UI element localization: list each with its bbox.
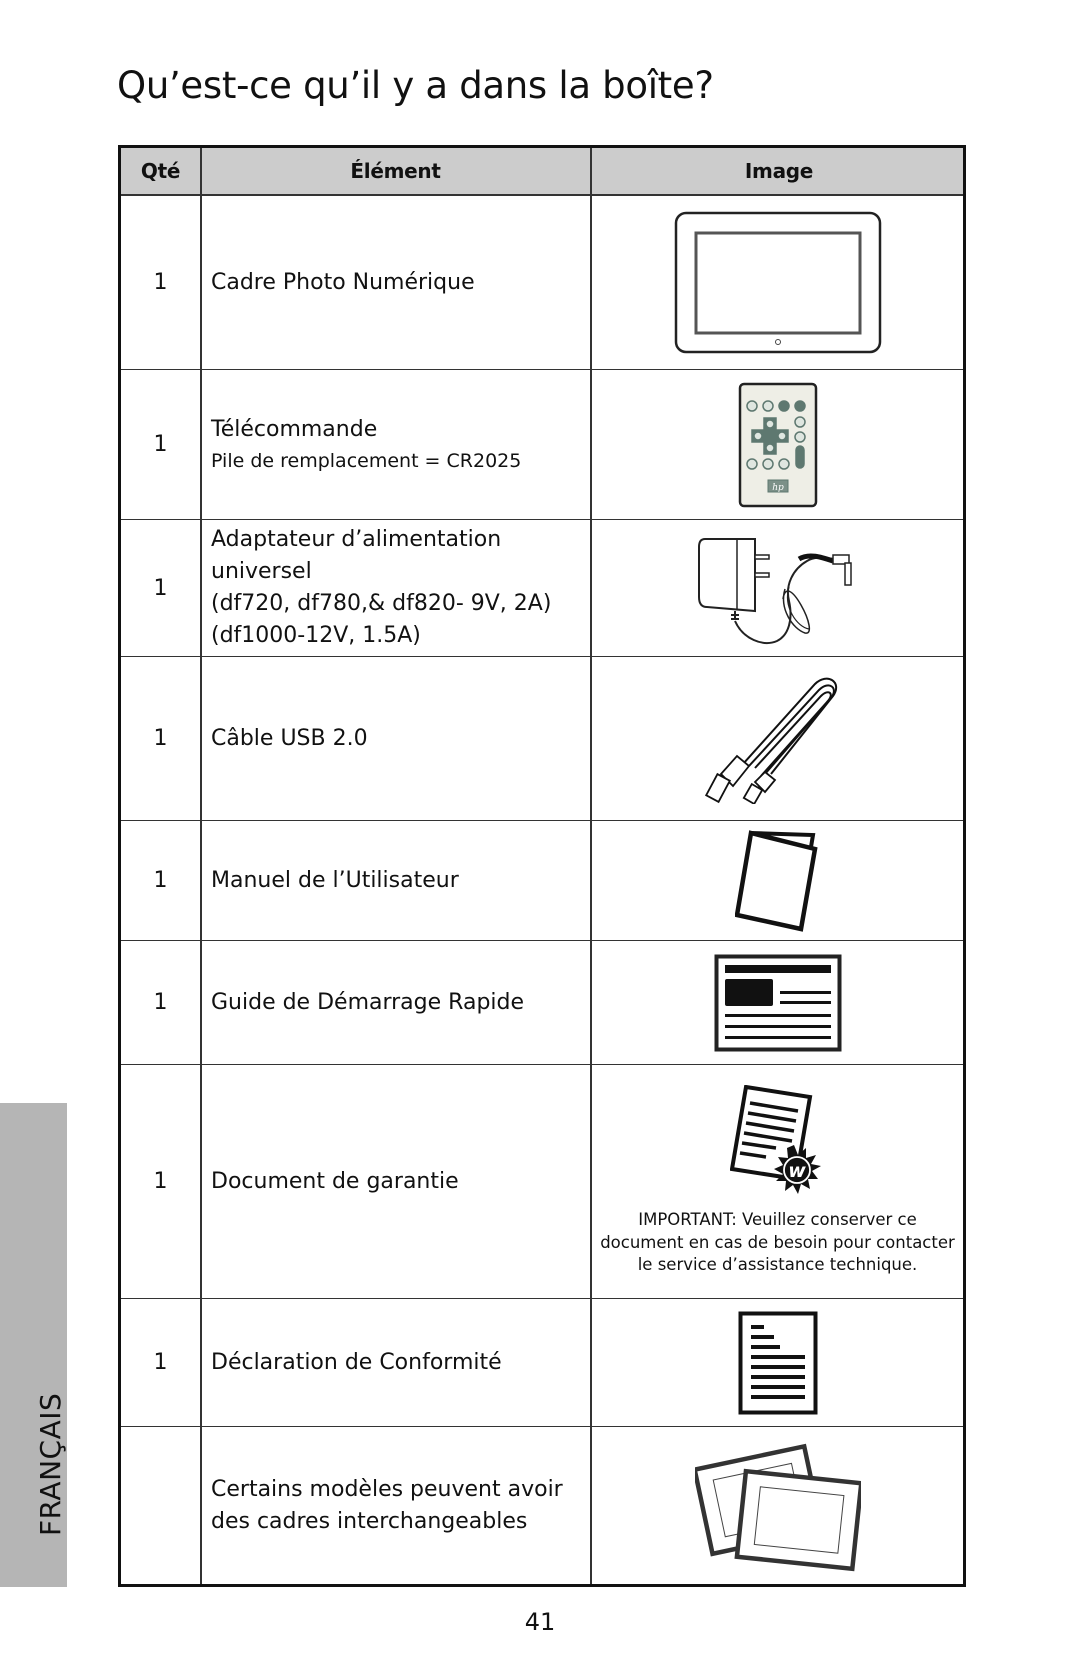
digital-photo-frame-icon <box>674 211 881 354</box>
qty-cell: 1 <box>153 868 168 893</box>
qty-cell: 1 <box>153 432 168 457</box>
element-cell: Cadre Photo Numérique <box>211 196 591 369</box>
qty-cell: 1 <box>153 990 168 1015</box>
language-tab-label: FRANÇAIS <box>33 1392 67 1536</box>
table-row: 1 Télécommande Pile de remplacement = CR… <box>121 370 963 520</box>
element-label: Manuel de l’Utilisateur <box>211 867 459 893</box>
language-tab: FRANÇAIS <box>0 1103 67 1587</box>
image-cell: hp <box>592 370 963 519</box>
element-label: Câble USB 2.0 <box>211 725 368 751</box>
quick-start-guide-icon <box>714 954 841 1051</box>
table-row: Certains modèles peuvent avoir des cadre… <box>121 1427 963 1584</box>
element-cell: Manuel de l’Utilisateur <box>211 821 591 940</box>
image-cell <box>592 941 963 1064</box>
page-title: Qu’est-ce qu’il y a dans la boîte? <box>117 64 714 107</box>
element-cell: Adaptateur d’alimentation universel (df7… <box>211 520 591 656</box>
table-row: 1 Déclaration de Conformité <box>121 1299 963 1427</box>
table-row: 1 Document de garantie w IMPORTANT: Veui… <box>121 1065 963 1299</box>
interchangeable-frames-icon <box>694 1443 861 1571</box>
image-cell <box>592 821 963 940</box>
element-line: Adaptateur d’alimentation <box>211 527 502 552</box>
element-label: Télécommande <box>211 416 378 442</box>
image-cell <box>592 1427 963 1584</box>
header-image: Image <box>744 159 814 183</box>
warranty-note: IMPORTANT: Veuillez conserver ce documen… <box>600 1209 955 1277</box>
qty-cell: 1 <box>153 1169 168 1194</box>
qty-cell: 1 <box>153 726 168 751</box>
image-cell: w IMPORTANT: Veuillez conserver ce docum… <box>592 1065 963 1298</box>
image-cell <box>592 657 963 820</box>
element-line: (df1000-12V, 1.5A) <box>211 623 421 648</box>
column-divider <box>200 148 202 1584</box>
table-row: 1 Cadre Photo Numérique <box>121 196 963 370</box>
element-cell: Télécommande Pile de remplacement = CR20… <box>211 370 591 519</box>
element-line: Certains modèles peuvent avoir <box>211 1476 563 1502</box>
table-row: 1 Câble USB 2.0 <box>121 657 963 821</box>
element-label: Document de garantie <box>211 1168 459 1194</box>
note-line: le service d’assistance technique. <box>637 1255 918 1274</box>
element-cell: Document de garantie <box>211 1065 591 1298</box>
element-cell: Guide de Démarrage Rapide <box>211 941 591 1064</box>
header-qty: Qté <box>140 159 181 183</box>
table-row: 1 Adaptateur d’alimentation universel (d… <box>121 520 963 657</box>
element-line: des cadres interchangeables <box>211 1508 528 1534</box>
element-cell: Câble USB 2.0 <box>211 657 591 820</box>
note-line: IMPORTANT: Veuillez conserver ce <box>638 1210 917 1229</box>
svg-text:hp: hp <box>772 483 784 493</box>
qty-cell: 1 <box>153 1350 168 1375</box>
image-cell <box>592 196 963 369</box>
qty-cell: 1 <box>153 575 168 601</box>
power-adapter-icon <box>697 538 852 644</box>
declaration-document-icon <box>738 1311 817 1414</box>
column-divider <box>590 148 592 1584</box>
element-label: Cadre Photo Numérique <box>211 269 475 295</box>
element-label: Déclaration de Conformité <box>211 1349 502 1375</box>
warranty-document-icon: w <box>729 1085 821 1194</box>
element-cell: Déclaration de Conformité <box>211 1299 591 1426</box>
page-number: 41 <box>524 1608 556 1636</box>
svg-text:w: w <box>788 1160 806 1182</box>
note-line: document en cas de besoin pour contacter <box>600 1232 955 1252</box>
remote-control-icon: hp <box>738 382 817 507</box>
table-row: 1 Manuel de l’Utilisateur <box>121 821 963 941</box>
contents-table: Qté Élément Image 1 Cadre Photo Numériqu… <box>118 145 966 1587</box>
table-header: Qté Élément Image <box>121 148 963 196</box>
header-element: Élément <box>350 159 441 183</box>
user-manual-icon <box>734 829 818 932</box>
element-line: universel <box>211 559 312 584</box>
element-line: (df720, df780,& df820- 9V, 2A) <box>211 591 552 616</box>
image-cell <box>592 520 963 656</box>
qty-cell <box>121 1427 200 1584</box>
element-sublabel: Pile de remplacement = CR2025 <box>211 449 522 472</box>
usb-cable-icon <box>704 677 837 804</box>
image-cell <box>592 1299 963 1426</box>
qty-cell: 1 <box>153 270 168 295</box>
element-cell: Certains modèles peuvent avoir des cadre… <box>211 1427 591 1584</box>
table-row: 1 Guide de Démarrage Rapide <box>121 941 963 1065</box>
element-label: Guide de Démarrage Rapide <box>211 989 525 1015</box>
